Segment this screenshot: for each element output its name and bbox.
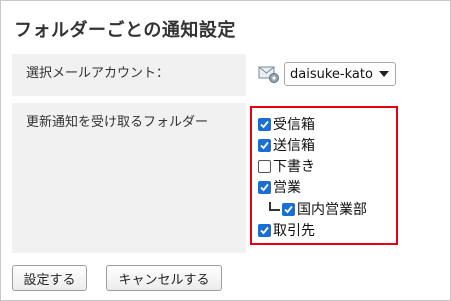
page-title: フォルダーごとの通知設定 xyxy=(14,20,236,41)
account-label: 選択メールアカウント： xyxy=(12,54,246,96)
folder-item-inbox[interactable]: 受信箱 xyxy=(258,114,315,134)
cancel-button[interactable]: キャンセルする xyxy=(106,265,222,291)
checkbox-checked[interactable] xyxy=(258,117,271,131)
checkbox-unchecked[interactable] xyxy=(258,159,271,173)
mail-account-icon xyxy=(258,64,280,84)
mail-account-value: daisuke-kato xyxy=(290,66,373,82)
mail-account-select[interactable]: daisuke-kato xyxy=(284,62,396,86)
folder-label: 国内営業部 xyxy=(297,202,367,218)
folders-label: 更新通知を受け取るフォルダー xyxy=(12,103,246,253)
folder-label: 送信箱 xyxy=(273,138,315,154)
chevron-down-icon xyxy=(379,71,389,77)
folder-label: 受信箱 xyxy=(273,117,315,133)
folder-item-sales[interactable]: 営業 xyxy=(258,177,301,197)
folder-item-domestic-sales[interactable]: 国内営業部 xyxy=(269,199,367,219)
folder-item-sent[interactable]: 送信箱 xyxy=(258,135,315,155)
folder-label: 下書き xyxy=(273,159,315,175)
folder-label: 取引先 xyxy=(273,223,315,239)
folder-label: 営業 xyxy=(273,180,301,196)
checkbox-checked[interactable] xyxy=(282,202,295,216)
save-button[interactable]: 設定する xyxy=(12,265,87,291)
folder-item-drafts[interactable]: 下書き xyxy=(258,156,315,176)
tree-branch-icon xyxy=(269,201,280,211)
checkbox-checked[interactable] xyxy=(258,223,271,237)
checkbox-checked[interactable] xyxy=(258,138,271,152)
folder-item-clients[interactable]: 取引先 xyxy=(258,220,315,240)
checkbox-checked[interactable] xyxy=(258,180,271,194)
folder-checkbox-list: 受信箱 送信箱 下書き 営業 国内営業部 取引先 xyxy=(250,106,398,245)
